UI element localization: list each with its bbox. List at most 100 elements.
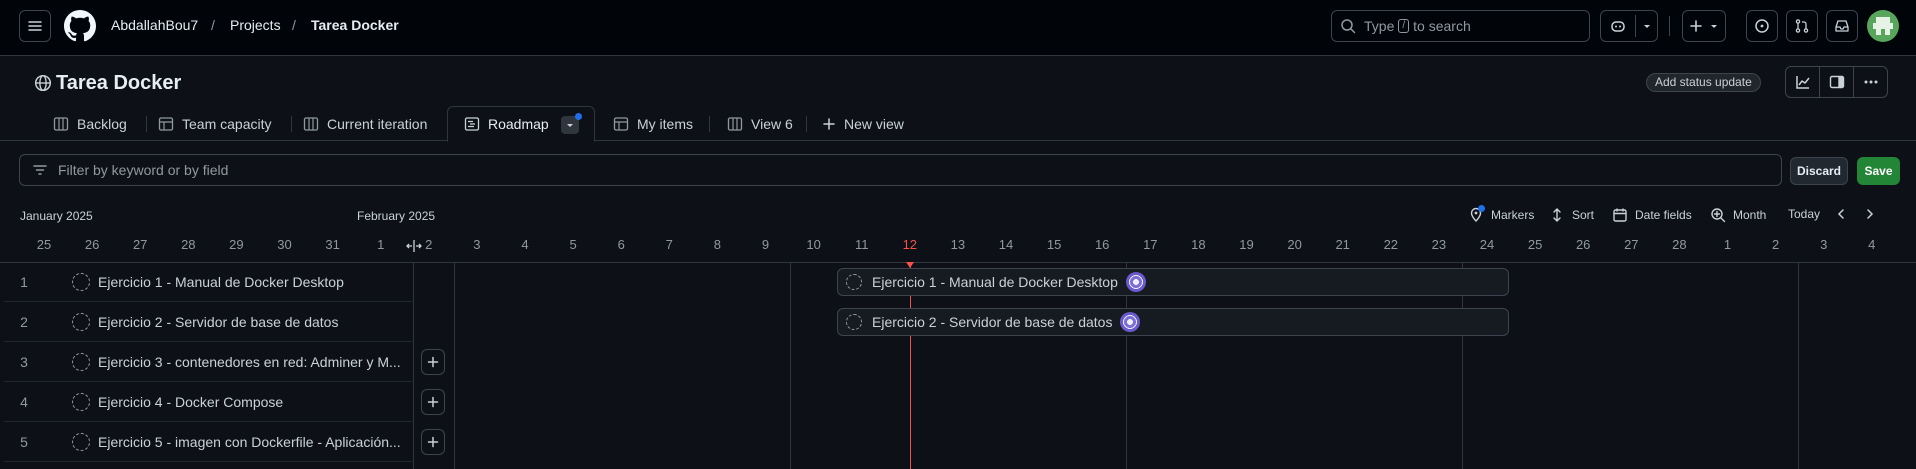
project-title: Tarea Docker xyxy=(56,72,182,94)
item-title[interactable]: Ejercicio 2 - Servidor de base de datos xyxy=(98,314,403,330)
plus-icon xyxy=(427,356,439,368)
roadmap-item-bar[interactable]: Ejercicio 1 - Manual de Docker Desktop xyxy=(837,268,1509,296)
timeline-day-label: 11 xyxy=(854,237,869,252)
list-item[interactable]: 4 Ejercicio 4 - Docker Compose xyxy=(4,382,414,422)
date-fields-label: Date fields xyxy=(1635,208,1692,222)
timeline-day-label: 27 xyxy=(1624,237,1639,252)
list-item[interactable]: 3 Ejercicio 3 - contenedores en red: Admi… xyxy=(4,342,414,382)
draft-issue-icon xyxy=(72,432,90,451)
tab-backlog[interactable]: Backlog xyxy=(53,106,127,141)
tab-current-iteration[interactable]: Current iteration xyxy=(303,106,427,141)
draft-issue-icon xyxy=(72,392,90,411)
draft-issue-icon xyxy=(846,314,862,330)
add-status-update-button[interactable]: Add status update xyxy=(1646,73,1761,92)
tab-label: New view xyxy=(844,115,904,132)
add-date-button[interactable] xyxy=(421,349,445,375)
timeline-day-label: 25 xyxy=(36,237,52,252)
create-new-button[interactable] xyxy=(1682,10,1726,42)
draft-issue-icon xyxy=(72,352,90,371)
pull-request-icon xyxy=(1795,19,1809,33)
toggle-sidebar-button[interactable] xyxy=(1820,67,1854,97)
save-button[interactable]: Save xyxy=(1857,157,1900,185)
roadmap-icon xyxy=(464,117,480,131)
today-button[interactable]: Today xyxy=(1788,207,1820,221)
week-divider xyxy=(454,262,455,469)
plus-icon xyxy=(427,396,439,408)
timeline-day-label: 13 xyxy=(950,237,966,252)
tab-view-6[interactable]: View 6 xyxy=(727,106,793,141)
item-title[interactable]: Ejercicio 5 - imagen con Dockerfile - Ap… xyxy=(98,434,403,450)
row-number: 3 xyxy=(20,353,28,370)
item-title[interactable]: Ejercicio 1 - Manual de Docker Desktop xyxy=(98,274,403,290)
insights-button[interactable] xyxy=(1786,67,1820,97)
column-resize-icon[interactable] xyxy=(406,240,422,252)
graph-icon xyxy=(1795,76,1810,89)
timeline-day-label: 27 xyxy=(132,237,148,252)
copilot-button[interactable] xyxy=(1600,10,1658,42)
issues-button[interactable] xyxy=(1746,10,1778,42)
timeline-day-label: 4 xyxy=(1868,237,1876,252)
row-number: 2 xyxy=(20,313,28,330)
assignee-avatar[interactable] xyxy=(1125,272,1146,292)
more-options-button[interactable] xyxy=(1854,67,1887,97)
filter-input[interactable]: Filter by keyword or by field xyxy=(19,154,1782,186)
timeline-day-label: 6 xyxy=(617,237,625,252)
copilot-icon xyxy=(1611,21,1625,32)
github-logo-icon[interactable] xyxy=(64,10,96,42)
chevron-down-icon xyxy=(1711,25,1717,28)
timeline-day-label: 22 xyxy=(1383,237,1399,252)
tab-divider xyxy=(806,116,807,132)
tab-label: Current iteration xyxy=(327,115,428,132)
search-icon xyxy=(1341,19,1356,34)
tab-divider xyxy=(291,116,292,132)
row-number: 4 xyxy=(20,393,28,410)
add-date-button[interactable] xyxy=(421,429,445,455)
add-date-button[interactable] xyxy=(421,389,445,415)
new-view-button[interactable]: New view xyxy=(822,106,904,141)
timeline-day-label: 19 xyxy=(1239,237,1254,252)
assignee-avatar[interactable] xyxy=(1120,312,1141,332)
date-fields-button[interactable]: Date fields xyxy=(1612,207,1692,223)
breadcrumb-owner[interactable]: AbdallahBou7 xyxy=(111,17,198,33)
tab-my-items[interactable]: My items xyxy=(613,106,693,141)
bar-title: Ejercicio 2 - Servidor de base de datos xyxy=(872,314,1113,330)
list-item[interactable]: 2 Ejercicio 2 - Servidor de base de datos xyxy=(4,302,414,342)
pull-requests-button[interactable] xyxy=(1786,10,1818,42)
breadcrumb-project[interactable]: Tarea Docker xyxy=(311,17,399,33)
search-placeholder-rest: to search xyxy=(1413,18,1471,34)
inbox-button[interactable] xyxy=(1826,10,1858,42)
next-button[interactable] xyxy=(1863,207,1884,221)
timeline-day-label: 30 xyxy=(277,237,292,252)
board-icon xyxy=(53,116,69,131)
timeline-day-label: 26 xyxy=(1575,237,1591,252)
inbox-icon xyxy=(1835,20,1849,32)
avatar[interactable] xyxy=(1867,10,1899,42)
list-item[interactable]: 1 Ejercicio 1 - Manual de Docker Desktop xyxy=(4,262,414,302)
tab-team-capacity[interactable]: Team capacity xyxy=(158,106,271,141)
roadmap-item-bar[interactable]: Ejercicio 2 - Servidor de base de datos xyxy=(837,308,1509,336)
roadmap-grid: 1 Ejercicio 1 - Manual de Docker Desktop E… xyxy=(0,262,1916,469)
month-label-january: January 2025 xyxy=(20,209,93,223)
kebab-horizontal-icon xyxy=(1864,80,1877,84)
markers-button[interactable]: Markers xyxy=(1468,205,1534,223)
menu-button[interactable] xyxy=(19,10,51,42)
row-number: 1 xyxy=(20,273,28,290)
timeline-day-label: 10 xyxy=(806,237,821,252)
zoom-in-icon xyxy=(1711,208,1726,223)
zoom-level-button[interactable]: Month xyxy=(1710,207,1766,223)
plus-icon xyxy=(823,117,835,130)
discard-button[interactable]: Discard xyxy=(1790,157,1848,185)
item-title[interactable]: Ejercicio 4 - Docker Compose xyxy=(98,394,403,410)
hamburger-icon xyxy=(28,21,42,31)
tab-roadmap[interactable]: Roadmap xyxy=(447,106,595,142)
previous-button[interactable] xyxy=(1834,207,1855,221)
timeline-day-label: 5 xyxy=(569,237,577,252)
search-input[interactable]: Type / to search xyxy=(1331,10,1590,42)
timeline-day-label: 3 xyxy=(1820,237,1828,252)
board-icon xyxy=(727,116,743,131)
sort-button[interactable]: Sort xyxy=(1549,207,1594,223)
timeline-day-label: 1 xyxy=(1723,237,1732,252)
item-title[interactable]: Ejercicio 3 - contenedores en red: Admin… xyxy=(98,354,403,370)
breadcrumb-projects[interactable]: Projects xyxy=(230,17,281,33)
list-item[interactable]: 5 Ejercicio 5 - imagen con Dockerfile - A… xyxy=(4,422,414,462)
